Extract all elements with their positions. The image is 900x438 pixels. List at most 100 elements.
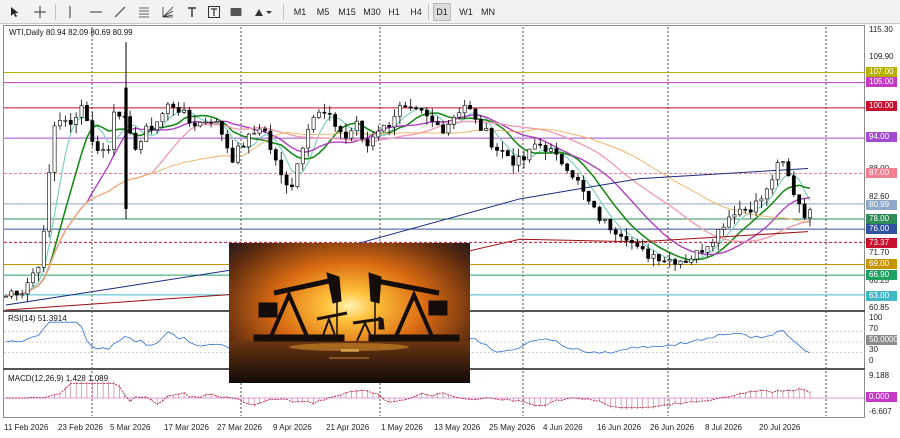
- candle-body: [759, 198, 764, 202]
- candle-body: [198, 122, 203, 127]
- oil-pumpjack-sunset-image: [229, 243, 470, 383]
- candle-body: [462, 105, 467, 114]
- price-axis-label: 115.30: [869, 25, 893, 34]
- candle-body: [624, 236, 629, 241]
- candle-body: [630, 240, 634, 244]
- candle-body: [414, 107, 418, 110]
- symbol-info: WTI,Daily 80.94 82.09 80.69 80.99: [9, 28, 133, 37]
- price-tag-76: 76.00: [866, 224, 897, 234]
- candle-body: [721, 226, 726, 230]
- candle-body: [716, 229, 721, 244]
- candle-body: [532, 143, 537, 150]
- candle-body: [451, 116, 456, 125]
- candle-body: [403, 105, 408, 108]
- candle-body: [192, 122, 197, 127]
- candle-body: [764, 188, 769, 200]
- candle-body: [333, 114, 338, 127]
- candle-body: [68, 119, 73, 125]
- price-tag-78: 78.00: [866, 214, 897, 224]
- candle-body: [252, 132, 257, 135]
- candle-body: [635, 242, 640, 247]
- candle-body: [268, 130, 273, 150]
- candle-body: [565, 163, 570, 171]
- rsi-axis-label: 100: [869, 313, 883, 322]
- candle-body: [79, 105, 84, 118]
- candle-body: [657, 254, 661, 262]
- candle-body: [47, 172, 52, 232]
- candle-body: [338, 126, 343, 133]
- candle-body: [219, 121, 224, 135]
- rsi-axis-label: 30: [869, 345, 878, 354]
- candle-body: [484, 128, 489, 131]
- candle-body: [230, 147, 235, 163]
- candle-body: [667, 259, 672, 262]
- candle-body: [689, 258, 694, 263]
- price-tag-94: 94.00: [866, 132, 897, 142]
- candle-body: [748, 209, 753, 213]
- price-tag-73: 73.37: [866, 238, 897, 248]
- candle-body: [786, 161, 791, 177]
- candle-body: [155, 121, 159, 131]
- candle-body: [209, 121, 213, 124]
- date-label: 27 Mar 2026: [217, 423, 262, 432]
- candle-body: [581, 179, 586, 192]
- candle-body: [802, 203, 807, 219]
- candle-body: [489, 128, 494, 148]
- candle-body: [306, 129, 311, 149]
- candle-body: [705, 246, 710, 253]
- date-label: 16 Jun 2026: [597, 423, 642, 432]
- candle-body: [608, 219, 613, 231]
- candle-body: [770, 179, 775, 190]
- candle-body: [14, 290, 19, 296]
- candle-body: [344, 131, 348, 139]
- date-label: 8 Jul 2026: [705, 423, 742, 432]
- candle-body: [52, 125, 57, 173]
- candle-body: [74, 116, 79, 125]
- candle-body: [511, 155, 516, 166]
- candle-body: [371, 136, 375, 147]
- date-label: 9 Apr 2026: [273, 423, 312, 432]
- macd-value-tag: 0.000: [866, 392, 897, 402]
- candle-body: [478, 118, 483, 131]
- candle-body: [586, 191, 591, 202]
- candle-body: [106, 149, 111, 151]
- candle-body: [398, 105, 402, 117]
- candle-body: [597, 206, 602, 221]
- candle-body: [522, 156, 526, 161]
- candle-body: [619, 233, 624, 237]
- candle-body: [683, 260, 688, 263]
- candle-body: [128, 116, 133, 134]
- candle-body: [101, 149, 106, 151]
- date-label: 17 Mar 2026: [164, 423, 209, 432]
- candle-body: [349, 130, 354, 139]
- candle-body: [117, 111, 122, 117]
- candle-body: [446, 124, 451, 134]
- candle-body: [144, 125, 149, 142]
- candle-body: [165, 103, 170, 114]
- candle-body: [775, 162, 780, 181]
- candle-body: [441, 124, 445, 134]
- date-label: 4 Jun 2026: [543, 423, 583, 432]
- date-label: 20 Jul 2026: [759, 423, 801, 432]
- candle-body: [9, 290, 14, 297]
- price-axis-label: 109.90: [869, 52, 894, 61]
- date-label: 13 May 2026: [434, 423, 481, 432]
- candle-body: [327, 112, 332, 115]
- date-label: 25 May 2026: [489, 423, 536, 432]
- price-tag-current: 80.99: [866, 200, 897, 210]
- candle-body: [424, 109, 429, 117]
- candle-body: [808, 209, 812, 219]
- candle-body: [505, 150, 510, 157]
- price-tag-69: 69.00: [866, 259, 897, 269]
- candle-body: [279, 159, 284, 176]
- candle-body: [138, 141, 143, 150]
- date-label: 26 Jun 2026: [650, 423, 695, 432]
- rsi-axis-label: 0: [869, 356, 874, 365]
- candle-body: [182, 109, 186, 113]
- price-tag-87: 87.00: [866, 168, 897, 178]
- candle-body: [322, 111, 327, 114]
- candle-body: [651, 254, 656, 259]
- candle-body: [257, 128, 262, 134]
- macd-signal-line: [6, 383, 811, 409]
- candle-body: [430, 115, 435, 122]
